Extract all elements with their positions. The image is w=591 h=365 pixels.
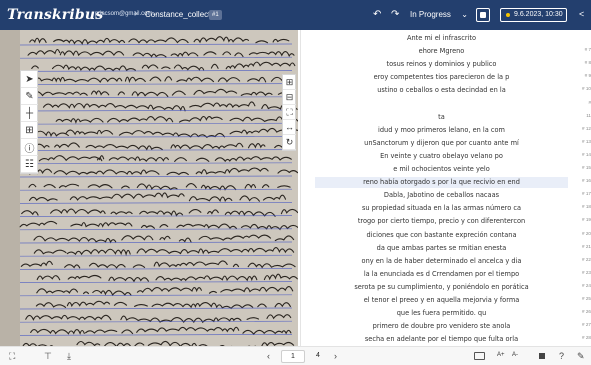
line-number: # 9	[584, 73, 591, 79]
line-number: # 22	[582, 256, 591, 262]
grid-tool[interactable]: ⊞	[21, 122, 38, 139]
line-number: # 16	[582, 178, 591, 184]
expand-icon[interactable]: ⛶	[9, 351, 15, 362]
transcription-line[interactable]: serota pe su cumplimiento, y poniéndolo …	[315, 282, 568, 293]
line-number: # 12	[582, 125, 591, 131]
page-total: 4	[316, 352, 320, 359]
redo-icon[interactable]: ↷	[391, 9, 399, 20]
version-date-button[interactable]: 9.6.2023, 10:30	[500, 8, 567, 22]
transcription-line[interactable]: eroy competentes tios parecieron de la p	[315, 72, 568, 83]
transcription-line[interactable]: da que ambas partes se rmitian enesta	[315, 243, 568, 254]
page-margin	[0, 30, 20, 346]
compare-icon[interactable]: ⊤	[44, 351, 52, 362]
line-number: # 10	[582, 86, 591, 92]
status-dot	[506, 13, 510, 17]
help-icon[interactable]: ?	[559, 351, 564, 361]
save-icon	[480, 12, 486, 18]
transcription-line[interactable]: En veinte y cuatro obelayo velano po	[315, 151, 568, 162]
transcription-line[interactable]: primero de doubre pro venidero ste anola	[315, 321, 568, 332]
line-number: # 26	[582, 309, 591, 315]
transcription-line[interactable]: unSanctorum y dijeron que por cuanto ant…	[315, 138, 568, 149]
chevron-left-icon[interactable]: ‹	[267, 351, 270, 361]
font-decrease-button[interactable]: A-	[512, 352, 518, 358]
line-number: # 7	[584, 47, 591, 53]
image-toolbar-right: ⊞ ⊟ ⛶ ↔ ↻	[282, 74, 296, 151]
zoom-out-icon[interactable]: ⊟	[283, 90, 296, 105]
status-dropdown[interactable]: In Progress ⌄	[410, 8, 468, 22]
line-number: # 8	[584, 60, 591, 66]
info-tool[interactable]: ⓘ	[21, 139, 38, 156]
line-number: # 28	[582, 335, 591, 341]
line-number: # 17	[582, 191, 591, 197]
line-number: # 14	[582, 151, 591, 157]
line-number: # 23	[582, 269, 591, 275]
chevron-right-icon[interactable]: ›	[334, 351, 337, 361]
transcription-line[interactable]: el tenor el preeo y en aquella mejorvia …	[315, 295, 568, 306]
transcription-line[interactable]: idud y moo primeros lelano, en la com	[315, 125, 568, 136]
line-number: # 13	[582, 138, 591, 144]
layout-icon[interactable]	[539, 353, 545, 359]
line-number: # 19	[582, 217, 591, 223]
list-tool[interactable]: ☷	[21, 156, 38, 173]
keyboard-icon[interactable]	[474, 352, 485, 360]
image-viewer[interactable]: ➤ ✎ ┼ ⊞ ⓘ ☷ ⊞ ⊟ ⛶ ↔ ↻	[0, 30, 298, 346]
status-label: In Progress	[410, 10, 451, 19]
chevron-down-icon: ⌄	[461, 10, 468, 19]
transcription-line[interactable]: que les fuera permitido. qu	[315, 308, 568, 319]
line-number: # 25	[582, 296, 591, 301]
document-image	[0, 30, 298, 346]
zoom-in-icon[interactable]: ⊞	[283, 75, 296, 90]
transcription-line[interactable]: ony en la de haber determinado el ancelc…	[315, 256, 568, 267]
transcription-line[interactable]: secha en adelante por el tiempo que fult…	[315, 334, 568, 345]
collection-badge: #1	[209, 10, 222, 20]
transcription-line[interactable]: ta	[315, 112, 568, 123]
download-icon[interactable]: ⤓	[67, 351, 71, 362]
version-date: 9.6.2023, 10:30	[514, 11, 563, 18]
app-logo[interactable]: Transkribus	[7, 7, 103, 23]
transcription-line[interactable]: e mil ochocientos veinte yelo	[315, 164, 568, 175]
top-bar: Transkribus p.jacsom@gmail.com... › Cons…	[0, 0, 591, 30]
font-increase-button[interactable]: A+	[497, 352, 505, 358]
transcription-line[interactable]: Dabla, Jabotino de ceballos nacaas	[315, 190, 568, 201]
line-number: # 24	[582, 282, 591, 288]
tools-icon[interactable]: ✎	[577, 351, 585, 362]
transcription-line[interactable]: la la enunciada es d Crrendamen por el t…	[315, 269, 568, 280]
transcription-panel[interactable]: Ante mi el infrascrito ehore Mgreno # 7 tos…	[300, 30, 591, 346]
image-toolbar-left: ➤ ✎ ┼ ⊞ ⓘ ☷	[20, 70, 38, 174]
bottom-bar: ⛶ ⊤ ⤓ ‹ 1 4 › A+ A- ? ✎	[0, 346, 591, 365]
transcription-line[interactable]: trogo por cierto tiempo, precio y con di…	[315, 216, 568, 227]
transcription-line[interactable]: Ante mi el infrascrito	[315, 33, 568, 44]
line-number: # 27	[582, 322, 591, 328]
draw-tool[interactable]: ✎	[21, 88, 38, 105]
transcription-line[interactable]: ustino o ceballos o esta decindad en la	[315, 85, 568, 96]
fit-width-icon[interactable]: ↔	[283, 120, 296, 135]
transcription-line[interactable]: reno había otorgado s por la que recivio…	[315, 177, 568, 189]
line-number: 11	[586, 112, 591, 118]
breadcrumb-separator: ›	[134, 8, 138, 19]
page-number-input[interactable]: 1	[281, 350, 305, 363]
line-number: # 21	[582, 243, 591, 249]
fit-screen-icon[interactable]: ⛶	[283, 105, 296, 120]
line-number: # 15	[582, 165, 591, 170]
select-tool[interactable]: ➤	[21, 71, 38, 88]
transcription-line[interactable]: su propiedad situada en la las armas núm…	[315, 203, 568, 214]
split-tool[interactable]: ┼	[21, 105, 38, 122]
line-number: # 18	[582, 204, 591, 210]
rotate-icon[interactable]: ↻	[283, 135, 296, 150]
transcription-line[interactable]: ehore Mgreno	[315, 46, 568, 57]
line-number: # 20	[582, 230, 591, 236]
undo-icon[interactable]: ↶	[373, 9, 381, 20]
line-number: #	[588, 99, 591, 105]
transcription-line[interactable]: diciones que con bastante expreción cont…	[315, 230, 568, 241]
transcription-line[interactable]: tosus reinos y dominios y publico	[315, 59, 568, 70]
share-icon[interactable]: <	[579, 9, 584, 19]
transkribus-editor: Transkribus p.jacsom@gmail.com... › Cons…	[0, 0, 591, 365]
transcription-line[interactable]	[315, 99, 568, 110]
paper-background	[0, 30, 298, 346]
save-button[interactable]	[476, 8, 490, 22]
